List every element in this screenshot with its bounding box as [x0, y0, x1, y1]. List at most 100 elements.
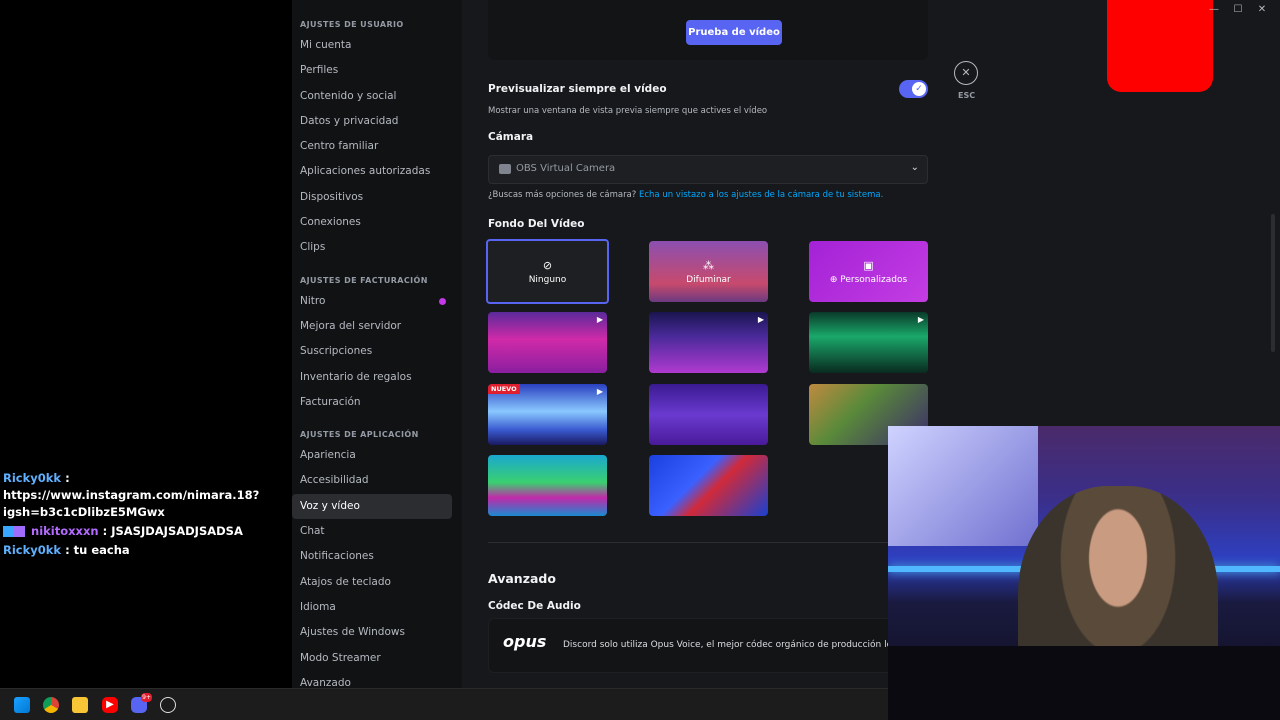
sidebar-item-privacy[interactable]: Datos y privacidad: [292, 109, 452, 134]
sidebar-item-subscriptions[interactable]: Suscripciones: [292, 339, 452, 364]
check-icon: ✓: [912, 82, 926, 96]
camera-settings-link[interactable]: Echa un vistazo a los ajustes de la cáma…: [639, 190, 883, 200]
app-icon[interactable]: [160, 697, 176, 713]
screen: Ricky0kk : https://www.instagram.com/nim…: [0, 0, 1280, 720]
chat-message: Ricky0kk : tu eacha: [3, 542, 289, 559]
sidebar-item-my-account[interactable]: Mi cuenta: [292, 33, 452, 58]
bg-tile-preset[interactable]: [649, 384, 768, 445]
add-image-icon: ▣: [863, 259, 874, 272]
bg-tile-preset[interactable]: [649, 455, 768, 516]
left-panel: Ricky0kk : https://www.instagram.com/nim…: [0, 0, 292, 688]
sidebar-item-clips[interactable]: Clips: [292, 235, 452, 260]
settings-sidebar: AJUSTES DE USUARIO Mi cuenta Perfiles Co…: [292, 0, 462, 688]
play-icon: ▶: [757, 315, 764, 324]
bg-tile-label: ⊕ Personalizados: [829, 275, 908, 285]
sidebar-item-windows-settings[interactable]: Ajustes de Windows: [292, 620, 452, 645]
prohibited-icon: ⊘: [542, 259, 553, 272]
bg-tile-label: Ninguno: [528, 275, 567, 285]
bg-tile-preset[interactable]: NUEVO ▶: [488, 384, 607, 445]
play-icon: ▶: [596, 387, 603, 396]
nitro-icon: [439, 297, 446, 305]
maximize-icon[interactable]: ☐: [1226, 4, 1250, 15]
audio-codec-card: opus Discord solo utiliza Opus Voice, el…: [488, 618, 928, 673]
sidebar-item-accessibility[interactable]: Accesibilidad: [292, 468, 452, 493]
sidebar-header-user: AJUSTES DE USUARIO: [300, 20, 404, 29]
always-preview-toggle[interactable]: ✓: [899, 80, 928, 98]
camera-hint-text: ¿Buscas más opciones de cámara?: [488, 190, 637, 200]
stream-chat: Ricky0kk : https://www.instagram.com/nim…: [3, 470, 289, 561]
scrollbar[interactable]: [1271, 214, 1275, 352]
audio-codec-label: Códec De Audio: [488, 600, 581, 612]
camera-icon: [499, 164, 511, 174]
sidebar-item-family-center[interactable]: Centro familiar: [292, 134, 452, 159]
video-background-label: Fondo Del Vídeo: [488, 218, 585, 230]
sidebar-item-chat[interactable]: Chat: [292, 519, 452, 544]
audio-codec-description: Discord solo utiliza Opus Voice, el mejo…: [563, 640, 908, 650]
chevron-down-icon: ⌄: [910, 162, 919, 173]
sidebar-item-nitro[interactable]: Nitro: [292, 289, 452, 314]
sidebar-item-keybinds[interactable]: Atajos de teclado: [292, 570, 452, 595]
always-preview-description: Mostrar una ventana de vista previa siem…: [488, 106, 768, 116]
opus-logo: opus: [503, 632, 547, 651]
sidebar-item-content-social[interactable]: Contenido y social: [292, 84, 452, 109]
play-icon: ▶: [917, 315, 924, 324]
chat-username: Ricky0kk: [3, 471, 62, 485]
sidebar-item-notifications[interactable]: Notificaciones: [292, 544, 452, 569]
sidebar-item-billing[interactable]: Facturación: [292, 390, 452, 415]
chat-text: : tu eacha: [65, 543, 130, 557]
new-badge: NUEVO: [488, 384, 520, 394]
chat-message: nikitoxxxn : JSASJDAJSADJSADSA: [3, 523, 289, 540]
youtube-icon[interactable]: ▶: [102, 697, 118, 713]
camera-select-value: OBS Virtual Camera: [516, 163, 616, 174]
sidebar-item-appearance[interactable]: Apariencia: [292, 443, 452, 468]
camera-label: Cámara: [488, 131, 534, 143]
bg-tile-custom[interactable]: ▣ ⊕ Personalizados: [809, 241, 928, 302]
chat-username: nikitoxxxn: [31, 524, 99, 538]
close-icon: ✕: [961, 66, 971, 79]
chat-text: : JSASJDAJSADJSADSA: [102, 524, 243, 538]
sidebar-item-devices[interactable]: Dispositivos: [292, 185, 452, 210]
esc-label: ESC: [958, 91, 976, 100]
video-preview: Prueba de vídeo: [488, 0, 928, 60]
sidebar-item-voice-video[interactable]: Voz y vídeo: [292, 493, 452, 520]
camera-select[interactable]: OBS Virtual Camera ⌄: [488, 155, 928, 184]
bg-tile-label: Difuminar: [686, 275, 731, 285]
bg-tile-blur[interactable]: ⁂ Difuminar: [649, 241, 768, 302]
camera-hint: ¿Buscas más opciones de cámara? Echa un …: [488, 190, 883, 200]
sidebar-item-gift-inventory[interactable]: Inventario de regalos: [292, 365, 452, 390]
sidebar-header-app: AJUSTES DE APLICACIÓN: [300, 430, 419, 440]
sidebar-item-authorized-apps[interactable]: Aplicaciones autorizadas: [292, 159, 452, 184]
sidebar-item-profiles[interactable]: Perfiles: [292, 58, 452, 83]
sidebar-item-streamer-mode[interactable]: Modo Streamer: [292, 646, 452, 671]
taskbar: ▶: [0, 688, 888, 720]
chat-message: Ricky0kk : https://www.instagram.com/nim…: [3, 470, 289, 521]
test-video-button[interactable]: Prueba de vídeo: [686, 20, 782, 45]
blur-icon: ⁂: [703, 259, 714, 272]
sidebar-item-language[interactable]: Idioma: [292, 595, 452, 620]
minimize-icon[interactable]: —: [1202, 4, 1226, 15]
bg-tile-preset[interactable]: ▶: [809, 312, 928, 373]
sidebar-item-advanced[interactable]: Avanzado: [292, 671, 452, 688]
bg-tile-none[interactable]: ⊘ Ninguno: [486, 239, 609, 304]
sidebar-item-server-boost[interactable]: Mejora del servidor: [292, 314, 452, 339]
sidebar-item-label: Nitro: [300, 294, 326, 307]
play-icon: ▶: [596, 315, 603, 324]
sidebar-item-connections[interactable]: Conexiones: [292, 210, 452, 235]
window-controls: — ☐ ✕: [1202, 4, 1274, 15]
windows-start-icon[interactable]: [14, 697, 30, 713]
chat-username: Ricky0kk: [3, 543, 62, 557]
close-settings-button[interactable]: ✕: [954, 61, 978, 85]
bg-tile-preset[interactable]: ▶: [649, 312, 768, 373]
divider: [488, 542, 888, 543]
bg-tile-preset[interactable]: ▶: [488, 312, 607, 373]
close-window-icon[interactable]: ✕: [1250, 4, 1274, 15]
advanced-section-title: Avanzado: [488, 571, 556, 586]
file-explorer-icon[interactable]: [72, 697, 88, 713]
bg-tile-preset[interactable]: [488, 455, 607, 516]
chrome-icon[interactable]: [43, 697, 59, 713]
webcam-overlay: [888, 426, 1280, 720]
sidebar-header-billing: AJUSTES DE FACTURACIÓN: [300, 275, 428, 285]
always-preview-label: Previsualizar siempre el vídeo: [488, 83, 667, 95]
chat-badges-icon: [3, 526, 25, 537]
discord-notification-badge: 9+: [141, 693, 152, 702]
